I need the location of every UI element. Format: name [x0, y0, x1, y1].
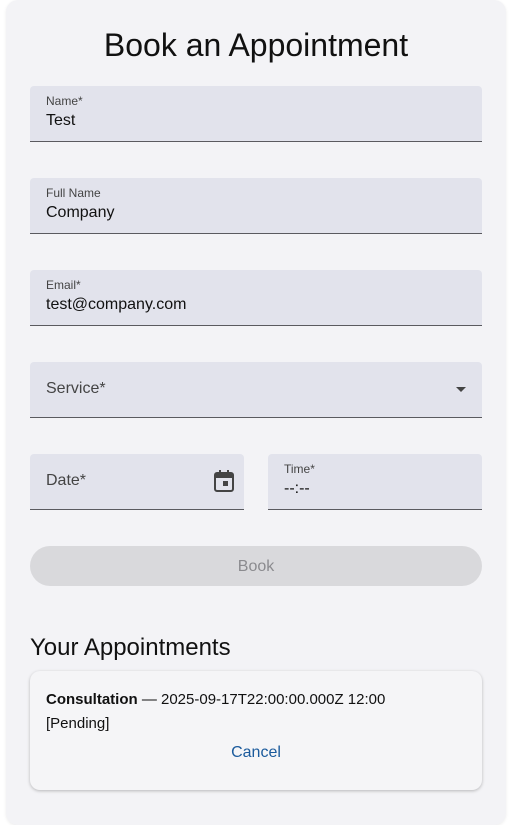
- full-name-field-label: Full Name: [46, 186, 101, 200]
- appointment-datetime: 2025-09-17T22:00:00.000Z 12:00: [161, 691, 386, 708]
- time-field[interactable]: Time* --:--: [268, 454, 482, 510]
- appointment-status: [Pending]: [46, 715, 110, 732]
- appointment-details: Consultation — 2025-09-17T22:00:00.000Z …: [46, 688, 466, 736]
- date-field-label: Date*: [46, 472, 87, 489]
- time-field-value: --:--: [284, 480, 310, 497]
- appointment-card: Consultation — 2025-09-17T22:00:00.000Z …: [30, 671, 482, 790]
- service-select-label: Service*: [46, 380, 106, 397]
- appointment-service: Consultation: [46, 691, 138, 708]
- booking-card: Book an Appointment Name* Test Full Name…: [6, 0, 506, 825]
- email-field-label: Email*: [46, 278, 81, 292]
- full-name-field-value: Company: [46, 204, 115, 221]
- email-field[interactable]: Email* test@company.com: [30, 270, 482, 326]
- book-button[interactable]: Book: [30, 546, 482, 586]
- email-field-value: test@company.com: [46, 296, 187, 313]
- calendar-icon[interactable]: [214, 470, 234, 497]
- cancel-button[interactable]: Cancel: [30, 744, 482, 762]
- date-field[interactable]: Date*: [30, 454, 244, 510]
- appointment-separator: —: [137, 691, 161, 708]
- name-field-value: Test: [46, 112, 76, 129]
- name-field-label: Name*: [46, 94, 83, 108]
- time-field-label: Time*: [284, 462, 315, 476]
- appointments-title: Your Appointments: [30, 634, 231, 661]
- full-name-field[interactable]: Full Name Company: [30, 178, 482, 234]
- name-field[interactable]: Name* Test: [30, 86, 482, 142]
- service-select[interactable]: Service*: [30, 362, 482, 418]
- page-title: Book an Appointment: [103, 27, 409, 63]
- arrow-drop-down-icon[interactable]: [456, 387, 466, 392]
